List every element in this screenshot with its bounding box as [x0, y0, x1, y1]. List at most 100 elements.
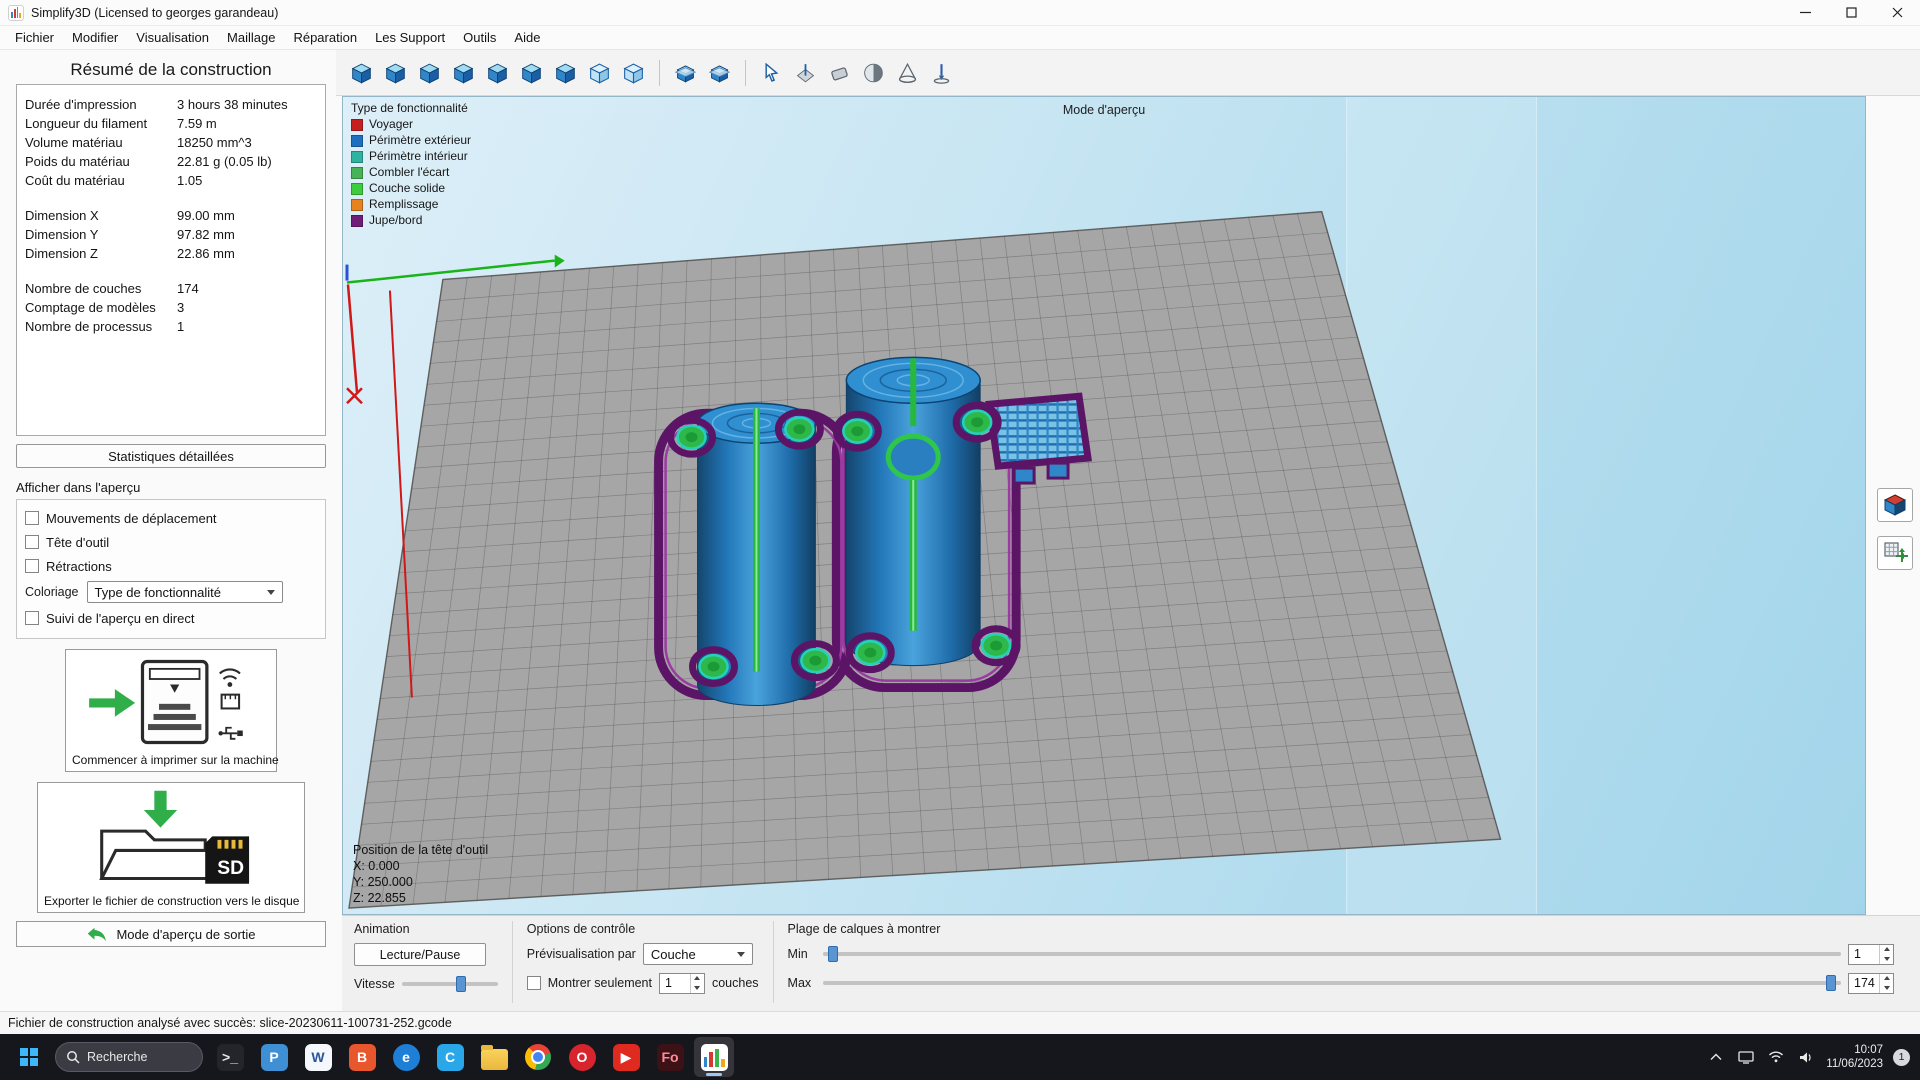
minimize-button[interactable]	[1782, 0, 1828, 25]
taskbar-app-opera[interactable]: O	[562, 1037, 602, 1077]
stat-label: Volume matériau	[25, 135, 177, 150]
view-right-icon[interactable]	[482, 56, 513, 90]
model-cylinder-right[interactable]	[846, 357, 980, 665]
taskbar-search[interactable]: Recherche	[55, 1042, 203, 1072]
print-to-machine-button[interactable]: Commencer à imprimer sur la machine	[65, 649, 277, 772]
tray-wifi-icon[interactable]	[1766, 1043, 1786, 1071]
view-home-icon[interactable]	[346, 56, 377, 90]
taskbar-app-brave[interactable]: B	[342, 1037, 382, 1077]
preview-by-select[interactable]: Couche	[643, 943, 753, 965]
notification-badge[interactable]: 1	[1893, 1049, 1910, 1066]
view-bottom-icon[interactable]	[550, 56, 581, 90]
min-layer-slider-handle[interactable]	[828, 946, 838, 962]
detailed-stats-button[interactable]: Statistiques détaillées	[16, 444, 326, 468]
tray-chevron-up-icon[interactable]	[1706, 1043, 1726, 1071]
eraser-tool-icon[interactable]	[824, 56, 855, 90]
menu-reparation[interactable]: Réparation	[284, 27, 366, 48]
maximize-button[interactable]	[1828, 0, 1874, 25]
view-front-icon[interactable]	[380, 56, 411, 90]
legend-color-swatch	[351, 167, 363, 179]
cutting-plane-icon[interactable]	[790, 56, 821, 90]
max-layer-slider-handle[interactable]	[1826, 975, 1836, 991]
menu-aide[interactable]: Aide	[505, 27, 549, 48]
taskbar-app-word[interactable]: W	[298, 1037, 338, 1077]
3d-scene[interactable]	[343, 97, 1865, 914]
taskbar-app-simplify3d[interactable]	[694, 1037, 734, 1077]
checkbox-box[interactable]	[25, 611, 39, 625]
checkbox-retractions[interactable]: Rétractions	[25, 554, 317, 578]
close-button[interactable]	[1874, 0, 1920, 25]
speed-slider-track[interactable]	[402, 982, 498, 986]
wireframe-view-icon[interactable]	[892, 56, 923, 90]
taskbar-app-paint[interactable]: P	[254, 1037, 294, 1077]
spin-up-icon[interactable]	[691, 974, 704, 984]
menu-maillage[interactable]: Maillage	[218, 27, 284, 48]
stat-group-gap	[25, 190, 317, 206]
taskbar-app-terminal[interactable]: >_	[210, 1037, 250, 1077]
max-layer-spinbox[interactable]: 174	[1848, 973, 1894, 994]
menu-fichier[interactable]: Fichier	[6, 27, 63, 48]
taskbar-app-explorer[interactable]	[474, 1037, 514, 1077]
taskbar-app-fonts[interactable]: Fo	[650, 1037, 690, 1077]
play-pause-button[interactable]: Lecture/Pause	[354, 943, 486, 966]
checkbox-box[interactable]	[25, 559, 39, 573]
tray-network-icon[interactable]	[1736, 1043, 1756, 1071]
stat-row-comptage-de-modeles: Comptage de modèles3	[25, 298, 317, 317]
min-layer-slider[interactable]	[823, 945, 1841, 963]
min-layer-spinbox[interactable]: 1	[1848, 944, 1894, 965]
spin-down-icon[interactable]	[1880, 983, 1893, 993]
start-button[interactable]	[10, 1038, 48, 1076]
menu-visualisation[interactable]: Visualisation	[127, 27, 218, 48]
checkbox-tete-d-outil[interactable]: Tête d'outil	[25, 530, 317, 554]
probe-tool-icon[interactable]	[926, 56, 957, 90]
menu-les-support[interactable]: Les Support	[366, 27, 454, 48]
feature-type-legend: Type de fonctionnalité VoyagerPérimètre …	[351, 102, 471, 227]
menubar: FichierModifierVisualisationMaillageRépa…	[0, 26, 1920, 50]
spin-down-icon[interactable]	[1880, 954, 1893, 964]
checkbox-box[interactable]	[25, 511, 39, 525]
menu-modifier[interactable]: Modifier	[63, 27, 127, 48]
exit-preview-mode-button[interactable]: Mode d'aperçu de sortie	[16, 921, 326, 947]
tray-volume-icon[interactable]	[1796, 1043, 1816, 1071]
export-gcode-button[interactable]: SD Exporter le fichier de construction v…	[37, 782, 305, 913]
speed-slider-handle[interactable]	[456, 976, 466, 992]
spin-up-icon[interactable]	[1880, 945, 1893, 955]
speed-slider[interactable]	[402, 975, 498, 993]
machine-control-panel-button[interactable]	[1877, 488, 1913, 522]
taskbar-app-simplify3d-icon	[701, 1044, 728, 1071]
legend-color-swatch	[351, 215, 363, 227]
view-back-icon[interactable]	[414, 56, 445, 90]
max-layer-slider[interactable]	[823, 974, 1841, 992]
menu-outils[interactable]: Outils	[454, 27, 505, 48]
spin-down-icon[interactable]	[691, 983, 704, 993]
view-perspective-icon[interactable]	[618, 56, 649, 90]
taskbar-app-code[interactable]: C	[430, 1037, 470, 1077]
show-only-spinbox[interactable]: 1	[659, 973, 705, 994]
cross-section-y-icon[interactable]	[704, 56, 735, 90]
view-isometric-icon[interactable]	[584, 56, 615, 90]
taskbar-app-edge[interactable]: e	[386, 1037, 426, 1077]
toolhead-x: X: 0.000	[353, 858, 488, 874]
taskbar-app-youtube[interactable]: ▶	[606, 1037, 646, 1077]
arrange-models-button[interactable]	[1877, 536, 1913, 570]
stat-value: 99.00 mm	[177, 208, 235, 223]
max-layer-slider-track[interactable]	[823, 981, 1841, 985]
checkbox-live-preview[interactable]: Suivi de l'aperçu en direct	[25, 606, 317, 630]
cross-section-x-icon[interactable]	[670, 56, 701, 90]
cube-icon	[1881, 492, 1909, 518]
coloring-select[interactable]: Type de fonctionnalité	[87, 581, 283, 603]
min-layer-slider-track[interactable]	[823, 952, 1841, 956]
select-tool-icon[interactable]	[756, 56, 787, 90]
taskbar-clock[interactable]: 10:07 11/06/2023	[1826, 1043, 1883, 1071]
checkbox-box[interactable]	[25, 535, 39, 549]
stat-row-dimension-y: Dimension Y97.82 mm	[25, 225, 317, 244]
view-left-icon[interactable]	[448, 56, 479, 90]
legend-item-perimetre-exterieur: Périmètre extérieur	[351, 134, 471, 147]
checkbox-mouvements-de-deplacement[interactable]: Mouvements de déplacement	[25, 506, 317, 530]
spin-up-icon[interactable]	[1880, 974, 1893, 984]
show-only-checkbox[interactable]	[527, 976, 541, 990]
taskbar-app-chrome[interactable]	[518, 1037, 558, 1077]
shaded-view-icon[interactable]	[858, 56, 889, 90]
view-top-icon[interactable]	[516, 56, 547, 90]
3d-viewport[interactable]: Type de fonctionnalité VoyagerPérimètre …	[342, 96, 1866, 915]
